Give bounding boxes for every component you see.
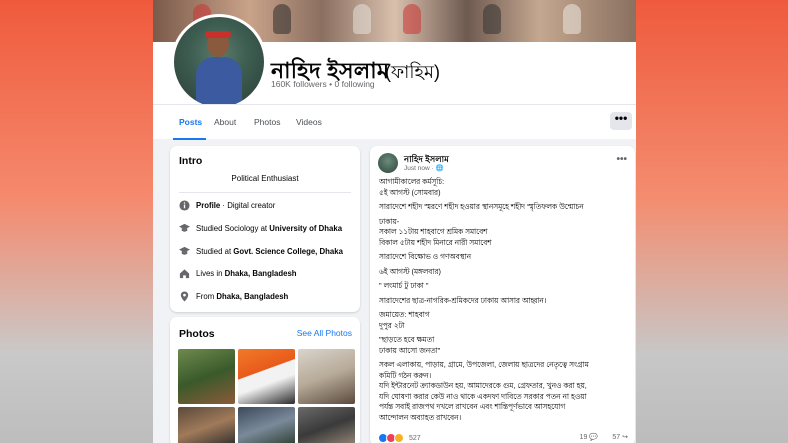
intro-row-value: Studied at: [196, 247, 234, 256]
from-link[interactable]: Dhaka, Bangladesh: [216, 292, 288, 301]
photos-title: Photos: [179, 328, 215, 340]
active-tab-indicator: [173, 138, 206, 140]
facebook-profile-page: নাহিদ ইসলাম (ফাহিম) 160K followers • 0 f…: [153, 0, 636, 443]
post-line: দুপুর ২টা: [379, 320, 405, 330]
photo-thumbnail[interactable]: [238, 349, 295, 404]
intro-card: Intro Political Enthusiast Profile · Dig…: [170, 146, 360, 312]
college-link[interactable]: Govt. Science College, Dhaka: [233, 247, 343, 256]
post-card: নাহিদ ইসলাম Just now · 🌐 ••• আগামীকালের …: [370, 146, 635, 443]
graduation-cap-icon: [179, 223, 190, 232]
post-line: জমায়েত: শাহবাগ: [379, 310, 430, 319]
post-line: সারাদেশে শহীদ স্মরণে শহীদ হওয়ার স্থানসম…: [379, 202, 584, 211]
lives-in-link[interactable]: Dhaka, Bangladesh: [225, 269, 297, 278]
photo-thumbnail[interactable]: [298, 349, 355, 404]
home-icon: [179, 269, 190, 279]
follower-stats: 160K followers • 0 following: [271, 79, 375, 89]
post-line: ৬ই আগস্ট (মঙ্গলবার): [379, 266, 441, 276]
post-line: পর্যন্ত সবাই রাজপথ দখলে রাখবেন এবং শান্ত…: [379, 402, 566, 411]
post-time[interactable]: Just now: [404, 165, 430, 172]
photo-thumbnail[interactable]: [178, 349, 235, 404]
background-right: [636, 0, 788, 443]
post-timestamp: Just now · 🌐: [404, 164, 444, 172]
photos-card: Photos See All Photos: [170, 317, 360, 443]
tab-posts[interactable]: Posts: [179, 117, 202, 127]
tab-about[interactable]: About: [214, 117, 236, 127]
post-line: ৫ই আগস্ট (সোমবার): [379, 187, 441, 197]
shares-count[interactable]: 57 ↪: [612, 433, 628, 441]
graduation-cap-icon: [179, 246, 190, 255]
photo-thumbnail[interactable]: [178, 407, 235, 443]
more-options-button[interactable]: •••: [610, 112, 632, 130]
intro-row-value: Lives in: [196, 269, 225, 278]
post-line: সারাদেশের ছাত্র-নাগরিক-শ্রমিকদের ঢাকায় …: [379, 295, 547, 305]
post-options-button[interactable]: •••: [616, 154, 627, 165]
post-line: আন্দোলন অব্যাহত রাখবেন।: [379, 412, 462, 422]
background-left: [0, 0, 153, 443]
reactions-count: 527: [408, 434, 421, 442]
intro-title: Intro: [179, 155, 203, 167]
post-line: যদি ঘোষণা করার কেউ নাও থাকে একদফা দাবিতে…: [379, 391, 587, 401]
post-line: " লংমার্চ টু ঢাকা ": [379, 281, 429, 290]
info-icon: [179, 200, 190, 211]
post-line: সকাল ১১টায় শাহবাগে শ্রমিক সমাবেশ: [379, 227, 488, 236]
reactions-summary[interactable]: 527: [378, 433, 421, 443]
profile-avatar[interactable]: [171, 14, 267, 110]
intro-bio: Political Enthusiast: [231, 174, 299, 183]
following-count[interactable]: 0 following: [335, 79, 375, 89]
post-line: ঢাকায়-: [379, 216, 400, 226]
profile-tabs: Posts About Photos Videos •••: [153, 104, 636, 140]
separator: •: [329, 79, 333, 89]
post-author-avatar[interactable]: [378, 153, 398, 173]
post-line: সারাদেশে বিক্ষোভ ও গণঅবস্থান: [379, 252, 471, 261]
post-line: সকল এলাকায়, পাড়ায়, গ্রামে, উপজেলা, জে…: [379, 360, 589, 369]
intro-row-value: From: [196, 292, 217, 301]
haha-reaction-icon: [394, 433, 404, 443]
post-line: "ছাড়তে হবে ক্ষমতা: [379, 335, 435, 344]
university-link[interactable]: University of Dhaka: [269, 224, 342, 233]
photo-thumbnail[interactable]: [238, 407, 295, 443]
post-text: আগামীকালের কর্মসূচি: ৫ই আগস্ট (সোমবার) সার…: [379, 177, 631, 423]
tab-videos[interactable]: Videos: [296, 117, 322, 127]
post-line: বিকাল ৫টায় শহীদ মিনারে নারী সমাবেশ: [379, 237, 492, 247]
profile-alias: (ফাহিম): [385, 62, 440, 82]
photo-thumbnail[interactable]: [298, 407, 355, 443]
intro-row-value: Studied Sociology at: [196, 224, 270, 233]
avatar-figure: [196, 57, 242, 107]
tab-photos[interactable]: Photos: [254, 117, 280, 127]
location-pin-icon: [180, 291, 189, 302]
post-line: যদি ইন্টারনেট ক্র্যাকডাউন হয়, আমাদেরকে …: [379, 381, 587, 390]
globe-icon: · 🌐: [431, 165, 444, 172]
comments-count[interactable]: 19 💬: [580, 433, 598, 441]
intro-row-label: Profile: [196, 201, 221, 210]
post-line: আগামীকালের কর্মসূচি:: [379, 177, 445, 186]
intro-row-value: · Digital creator: [220, 201, 276, 210]
followers-count[interactable]: 160K followers: [271, 79, 327, 89]
divider: [179, 192, 351, 193]
post-line: ঢাকায় আসো জনতা": [379, 345, 441, 355]
post-line: কমিটি গঠন করুন।: [379, 370, 432, 380]
post-engagement-bar: 527 19 💬 57 ↪: [378, 433, 628, 443]
see-all-photos-link[interactable]: See All Photos: [297, 328, 352, 338]
